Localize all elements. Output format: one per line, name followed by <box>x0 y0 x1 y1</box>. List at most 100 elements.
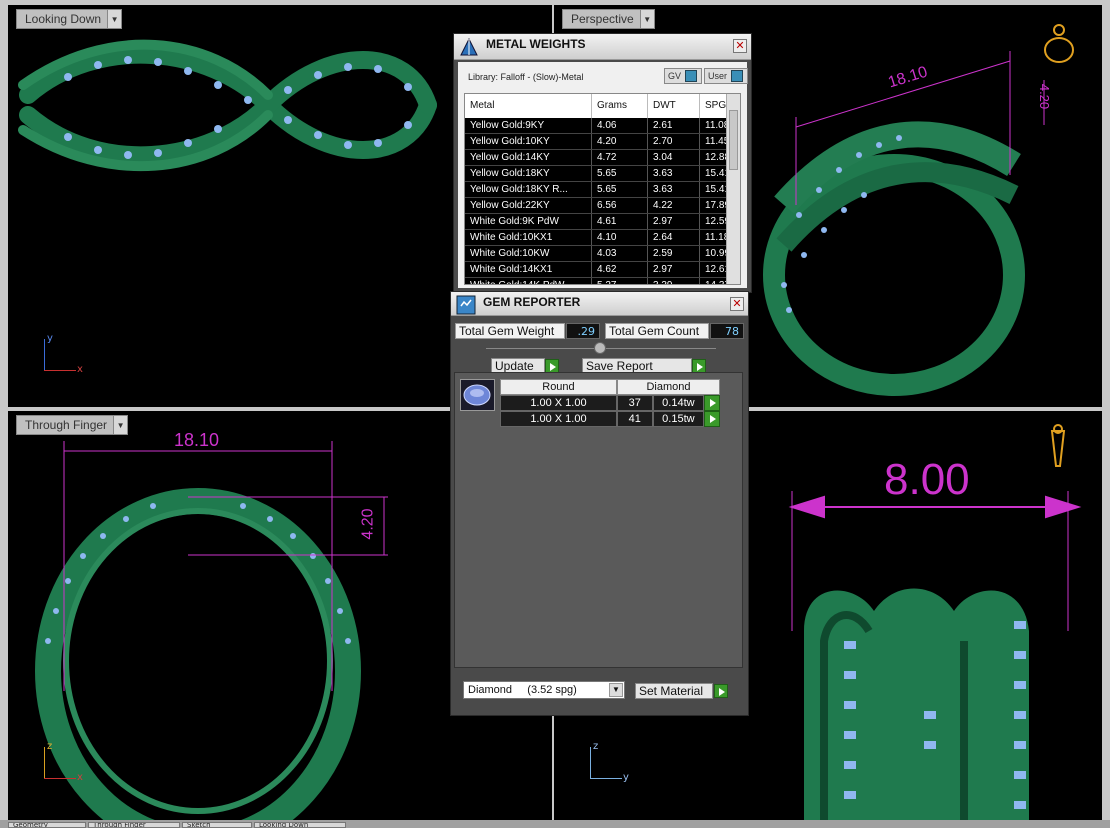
view-tab[interactable]: Through Finger <box>88 822 180 828</box>
axis-z-label: z <box>47 741 53 752</box>
scrollbar-thumb[interactable] <box>729 110 738 170</box>
table-cell: 3.63 <box>648 182 700 197</box>
table-cell: 6.56 <box>592 198 648 213</box>
table-row[interactable]: Yellow Gold:9KY 4.06 2.61 11.08 <box>465 118 740 134</box>
close-icon[interactable]: ✕ <box>733 39 747 53</box>
dimension-width-label: 18.10 <box>174 430 220 450</box>
table-row[interactable]: White Gold:14K PdW5.273.3914.37 <box>465 278 740 284</box>
table-cell: 2.97 <box>648 214 700 229</box>
gem-row[interactable]: 1.00 X 1.00 41 0.15tw <box>500 411 721 427</box>
table-row[interactable]: Yellow Gold:10KY 4.20 2.70 11.45 <box>465 134 740 150</box>
axis-y-label: y <box>47 333 53 344</box>
toggle-knob <box>731 70 744 82</box>
gem-row-go-icon[interactable] <box>704 395 721 411</box>
axis-indicator: z y <box>590 741 630 787</box>
table-row[interactable]: Yellow Gold:18KY R... 5.65 3.63 15.41 <box>465 182 740 198</box>
table-cell: 2.70 <box>648 134 700 149</box>
axis-z-label: z <box>593 741 599 752</box>
toggle-label: User <box>708 71 728 81</box>
table-header: Metal Grams DWT SPG <box>465 94 740 118</box>
round-diamond-icon <box>463 384 491 406</box>
total-gem-weight-label: Total Gem Weight <box>455 323 565 339</box>
gem-cell-count: 41 <box>616 411 653 427</box>
gem-cell-size: 1.00 X 1.00 <box>500 395 617 411</box>
chevron-up-icon[interactable] <box>594 342 606 354</box>
gem-shape-icon[interactable] <box>460 379 495 411</box>
axis-x-label: x <box>77 364 83 375</box>
table-cell: 3.63 <box>648 166 700 181</box>
axis-x-label: x <box>77 772 83 783</box>
user-toggle[interactable]: User <box>704 68 748 84</box>
panel-title: METAL WEIGHTS <box>486 37 586 51</box>
table-scrollbar[interactable] <box>726 94 740 284</box>
panel-title: GEM REPORTER <box>483 295 581 309</box>
scale-icon <box>460 37 478 56</box>
gem-table[interactable]: Round Diamond 1.00 X 1.00 37 0.14tw 1.00 X … <box>500 379 721 427</box>
axis-indicator: z x <box>44 741 84 787</box>
table-cell: Yellow Gold:18KY <box>465 166 592 181</box>
view-tab[interactable]: Sketch <box>182 822 252 828</box>
table-cell: 2.64 <box>648 230 700 245</box>
column-header[interactable]: Grams <box>592 94 648 118</box>
column-header[interactable]: Metal <box>465 94 592 118</box>
table-cell: 2.97 <box>648 262 700 277</box>
gem-reporter-titlebar[interactable]: GEM REPORTER ✕ <box>451 292 748 316</box>
table-row[interactable]: Yellow Gold:14KY 4.72 3.04 12.88 <box>465 150 740 166</box>
table-row[interactable]: Yellow Gold:18KY 5.65 3.63 15.41 <box>465 166 740 182</box>
gv-toggle[interactable]: GV <box>664 68 702 84</box>
material-select[interactable]: Diamond (3.52 spg) ▼ <box>463 681 625 699</box>
dimension-height-label: 4.20 <box>1037 83 1053 110</box>
gem-reporter-panel[interactable]: GEM REPORTER ✕ Total Gem Weight .29 Tota… <box>450 291 749 716</box>
table-cell: 4.62 <box>592 262 648 277</box>
table-cell: White Gold:14KX1 <box>465 262 592 277</box>
chevron-down-icon[interactable]: ▼ <box>609 683 623 697</box>
gem-cell-count: 37 <box>616 395 653 411</box>
view-tab[interactable]: Looking Down <box>254 822 346 828</box>
table-cell: 4.61 <box>592 214 648 229</box>
metal-weights-table[interactable]: Metal Grams DWT SPG Yellow Gold:9KY 4.06 2… <box>464 93 741 285</box>
column-header-shape: Round <box>500 379 617 395</box>
table-row[interactable]: White Gold:10KX1 4.10 2.64 11.18 <box>465 230 740 246</box>
table-cell: 3.39 <box>648 278 700 284</box>
table-row[interactable]: White Gold:9K PdW 4.61 2.97 12.59 <box>465 214 740 230</box>
toggle-knob <box>685 70 698 82</box>
table-cell: White Gold:10KX1 <box>465 230 592 245</box>
table-cell: 5.65 <box>592 182 648 197</box>
total-gem-count-value: 78 <box>710 323 744 339</box>
table-cell: 4.22 <box>648 198 700 213</box>
gem-row[interactable]: 1.00 X 1.00 37 0.14tw <box>500 395 721 411</box>
table-cell: White Gold:10KW <box>465 246 592 261</box>
table-cell: 5.65 <box>592 166 648 181</box>
close-icon[interactable]: ✕ <box>730 297 744 311</box>
table-cell: White Gold:9K PdW <box>465 214 592 229</box>
table-cell: Yellow Gold:18KY R... <box>465 182 592 197</box>
material-select-value: Diamond (3.52 spg) <box>468 684 577 696</box>
save-report-go-icon[interactable] <box>692 359 706 373</box>
dimension-width-label: 8.00 <box>884 455 970 504</box>
column-header[interactable]: DWT <box>648 94 700 118</box>
gem-table-header: Round Diamond <box>500 379 720 395</box>
table-row[interactable]: White Gold:10KW 4.03 2.59 10.99 <box>465 246 740 262</box>
metal-weights-panel[interactable]: METAL WEIGHTS ✕ Library: Falloff - (Slow… <box>453 33 752 293</box>
set-material-button[interactable]: Set Material <box>635 683 713 699</box>
axis-y-label: y <box>623 772 629 783</box>
metal-weights-titlebar[interactable]: METAL WEIGHTS ✕ <box>454 34 751 60</box>
set-material-go-icon[interactable] <box>714 684 728 698</box>
toggle-label: GV <box>668 71 682 81</box>
column-header-material: Diamond <box>616 379 720 395</box>
gem-row-go-icon[interactable] <box>704 411 721 427</box>
view-tab[interactable]: Geometry <box>8 822 86 828</box>
table-cell: Yellow Gold:22KY <box>465 198 592 213</box>
table-cell: Yellow Gold:9KY <box>465 118 592 133</box>
table-cell: Yellow Gold:14KY <box>465 150 592 165</box>
table-cell: 5.27 <box>592 278 648 284</box>
dimension-height-label: 4.20 <box>359 508 377 540</box>
table-rows: Yellow Gold:9KY 4.06 2.61 11.08 Yellow Gold:… <box>465 118 740 284</box>
update-go-icon[interactable] <box>545 359 559 373</box>
table-row[interactable]: White Gold:14KX1 4.62 2.97 12.61 <box>465 262 740 278</box>
table-cell: 2.61 <box>648 118 700 133</box>
table-cell: 2.59 <box>648 246 700 261</box>
table-row[interactable]: Yellow Gold:22KY 6.56 4.22 17.89 <box>465 198 740 214</box>
gem-cell-weight: 0.14tw <box>652 395 705 411</box>
table-cell: 4.10 <box>592 230 648 245</box>
